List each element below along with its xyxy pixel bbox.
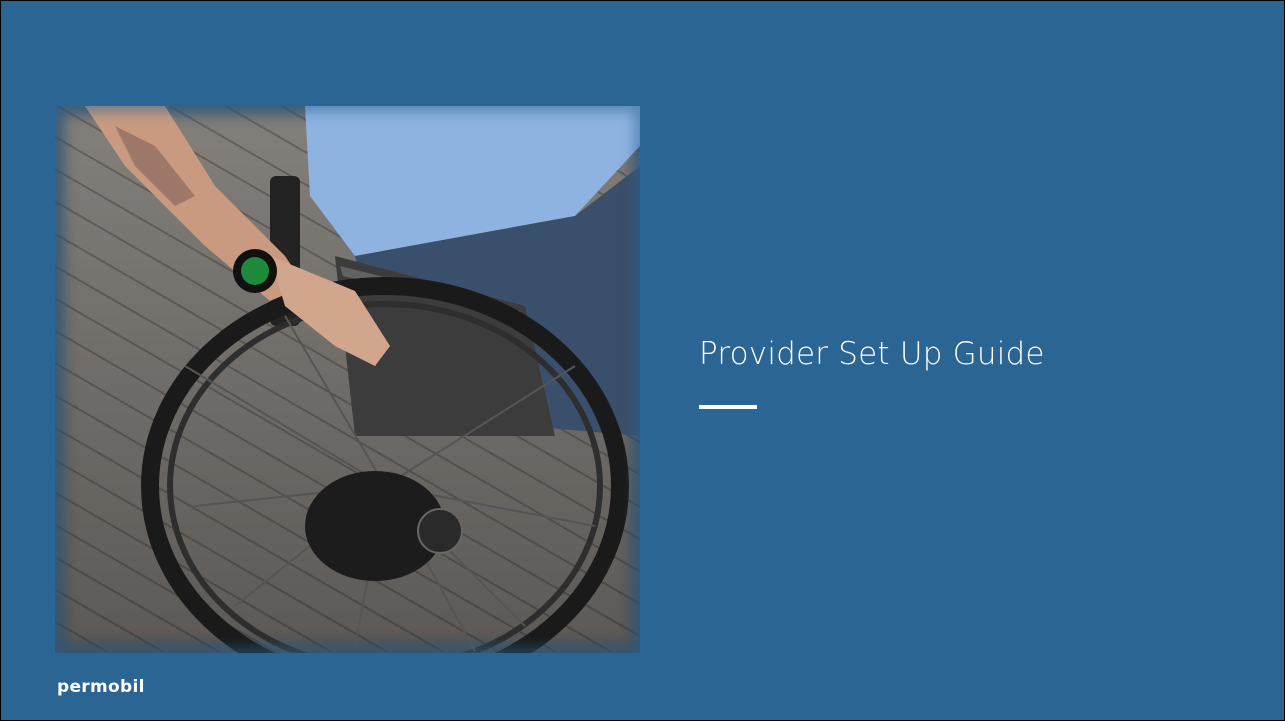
permobil-logo: permobil (57, 677, 145, 697)
title-slide: Provider Set Up Guide permobil (1, 1, 1284, 720)
title-underline (699, 405, 757, 409)
hero-photo (55, 106, 640, 653)
wheelchair-photo-illustration (55, 106, 640, 653)
slide-title: Provider Set Up Guide (699, 336, 1045, 372)
